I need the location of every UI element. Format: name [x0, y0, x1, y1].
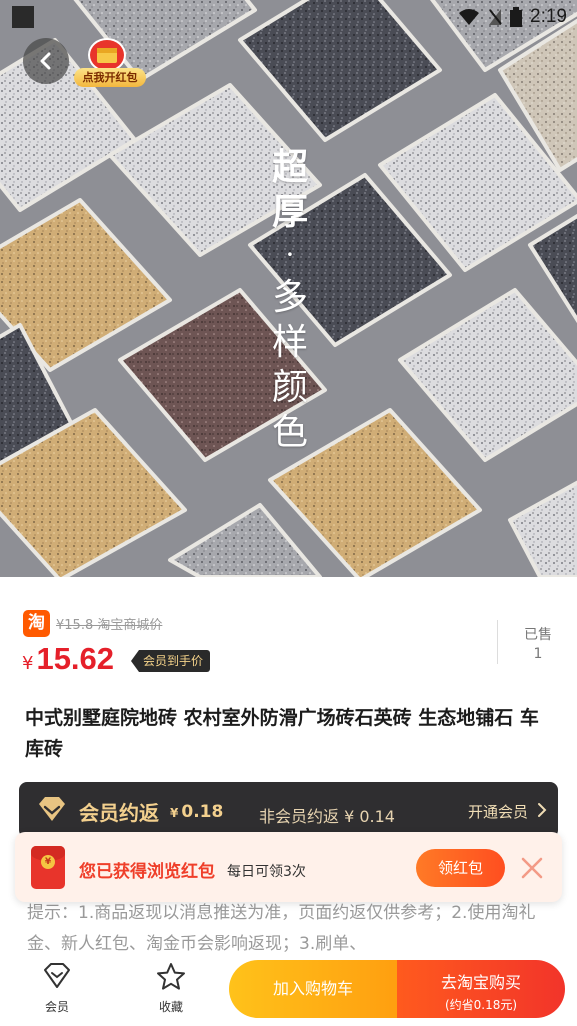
redpacket-icon: ¥ [31, 846, 65, 889]
favorite-tab-label: 收藏 [158, 1000, 183, 1014]
favorite-tab[interactable]: 收藏 [146, 962, 196, 1015]
star-icon [157, 963, 185, 990]
back-button[interactable] [23, 38, 69, 84]
hero-overlay-text: 超 厚 · 多 样 颜 色 [265, 145, 315, 455]
currency-symbol: ¥ [22, 653, 34, 674]
hero-char: · [285, 238, 295, 271]
coin-symbol: ¥ [41, 855, 55, 869]
browse-redpacket-notice: ¥ 您已获得浏览红包 每日可领3次 领红包 [15, 832, 562, 902]
product-title: 中式别墅庭院地砖 农村室外防滑广场砖石英砖 生态地铺石 车库砖 [25, 707, 539, 760]
notification-icon [12, 6, 34, 28]
hero-char: 色 [271, 412, 308, 453]
signal-icon [489, 9, 502, 25]
sold-count: 1 [533, 646, 543, 662]
taobao-icon: 淘 [23, 610, 50, 637]
buy-label: 去淘宝购买 [440, 973, 521, 992]
notice-title: 您已获得浏览红包 [79, 862, 215, 882]
member-rebate-amount: 0.18 [181, 802, 224, 822]
member-rebate-title: 会员约返 [79, 801, 159, 825]
member-rebate-value: ¥0.18 [170, 802, 223, 822]
hero-char: 超 [271, 146, 308, 188]
hero-char: 厚 [271, 191, 308, 233]
price-section: 淘 ¥15.8 淘宝商城价 ¥ 15.62 会员到手价 已售 1 [0, 577, 577, 687]
divider [497, 620, 498, 664]
status-icons: 2:19 [458, 5, 567, 29]
status-time: 2:19 [530, 6, 567, 27]
diamond-icon [39, 797, 65, 821]
rebate-tips: 提示：1.商品返现以消息推送为准，页面约返仅供参考；2.使用淘礼金、新人红包、淘… [27, 903, 536, 954]
redpacket-label: 点我开红包 [74, 68, 146, 87]
open-redpacket-button[interactable]: 点我开红包 [74, 38, 146, 88]
hero-char: 样 [271, 322, 308, 363]
price-value: 15.62 [36, 641, 115, 676]
open-membership-link[interactable]: 开通会员 [468, 801, 528, 822]
sold-label: 已售 [524, 627, 552, 643]
hero-char: 多 [271, 277, 308, 318]
hero-char: 颜 [271, 367, 308, 408]
battery-icon [510, 7, 523, 27]
add-to-cart-button[interactable]: 加入购物车 [229, 960, 397, 1018]
back-arrow-icon [40, 52, 51, 70]
wifi-icon [459, 9, 480, 25]
currency-symbol: ¥ [170, 806, 179, 820]
buy-saving-label: (约省0.18元) [444, 998, 518, 1012]
nonmember-rebate: 非会员约返 ¥ 0.14 [259, 807, 395, 826]
original-price: ¥15.8 淘宝商城价 [56, 618, 163, 633]
member-price-tag: 会员到手价 [131, 650, 211, 672]
bottom-action-bar: 会员 收藏 加入购物车 去淘宝购买 (约省0.18元) [0, 954, 577, 1026]
current-price: ¥ 15.62 [22, 641, 114, 677]
close-icon[interactable] [520, 856, 544, 880]
chevron-right-icon [538, 803, 547, 817]
member-tab[interactable]: 会员 [32, 962, 82, 1015]
redpacket-icon [88, 38, 126, 72]
member-rebate-bar[interactable]: 会员约返 ¥0.18 非会员约返 ¥ 0.14 开通会员 [19, 782, 558, 838]
notice-subtitle: 每日可领3次 [227, 864, 306, 880]
buy-on-taobao-button[interactable]: 去淘宝购买 (约省0.18元) [397, 960, 565, 1018]
claim-redpacket-button[interactable]: 领红包 [416, 849, 505, 887]
member-heart-icon [44, 963, 70, 988]
member-tab-label: 会员 [44, 1000, 69, 1014]
status-bar: 2:19 [0, 0, 577, 34]
